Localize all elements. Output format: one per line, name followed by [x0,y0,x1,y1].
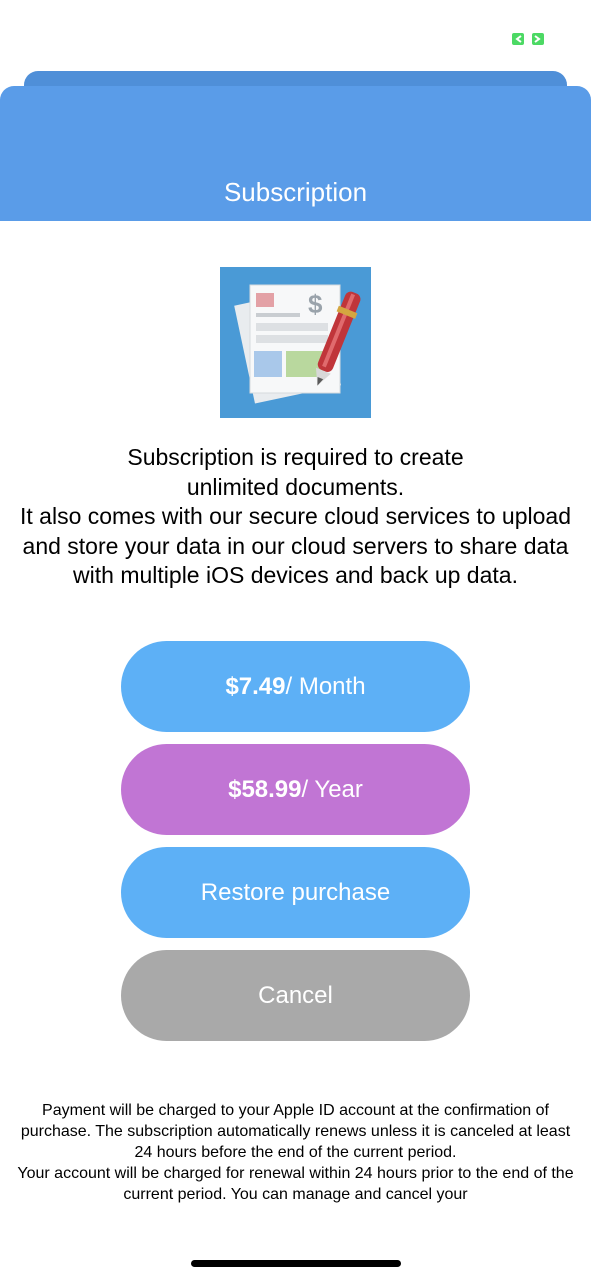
legal-paragraph-payment: Payment will be charged to your Apple ID… [20,1102,571,1161]
legal-paragraph-renewal: Your account will be charged for renewal… [17,1165,574,1203]
yearly-price: $58.99 [228,775,302,803]
svg-text:$: $ [308,289,323,319]
screen-record-icon [512,33,544,45]
subscription-description: Subscription is required to create unlim… [20,444,571,588]
restore-purchase-button[interactable]: Restore purchase [121,847,470,938]
legal-disclaimer: Payment will be charged to your Apple ID… [12,1100,579,1228]
monthly-plan-button[interactable]: $7.49 / Month [121,641,470,732]
cancel-button[interactable]: Cancel [121,950,470,1041]
yearly-plan-button[interactable]: $58.99 / Year [121,744,470,835]
monthly-period: / Month [285,672,366,700]
page-title: Subscription [223,177,368,207]
invoice-document-pen-icon: $ [220,267,371,418]
yearly-period: / Year [301,775,363,803]
subscription-screen: Subscription $ Subscription is required … [0,0,591,1280]
monthly-price: $7.49 [225,672,286,700]
home-indicator[interactable] [191,1260,401,1267]
